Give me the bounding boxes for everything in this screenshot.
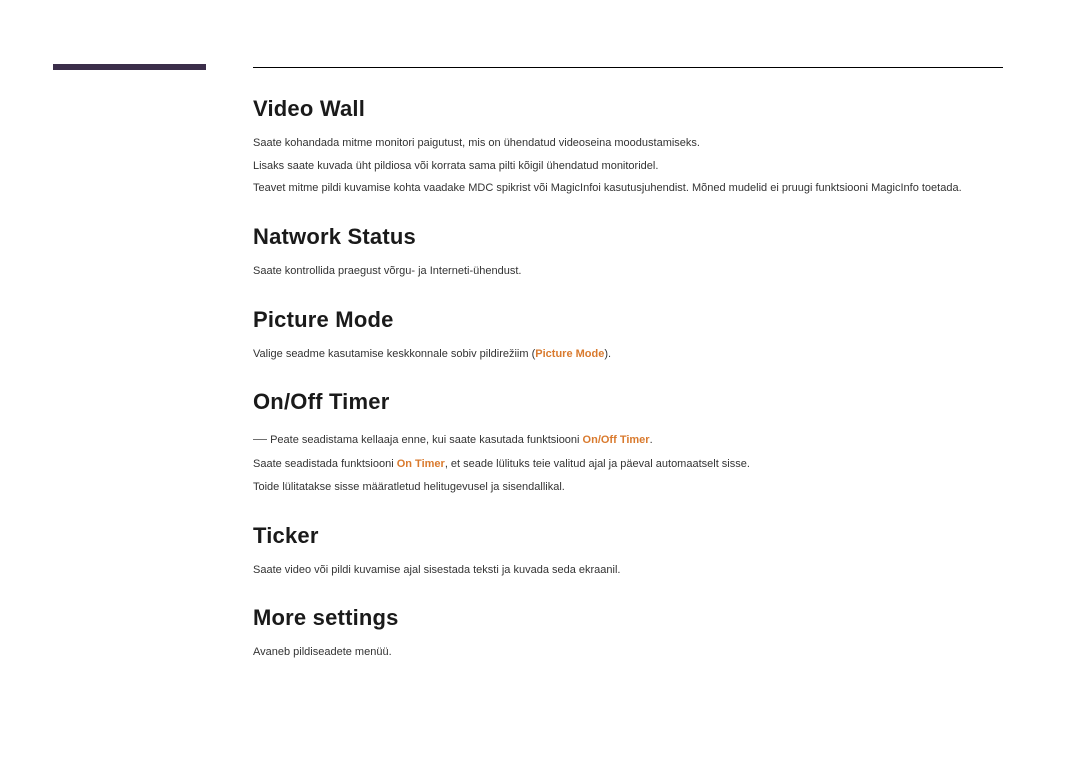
text-fragment: , et seade lülituks teie valitud ajal ja… bbox=[445, 458, 750, 470]
heading-on-off-timer: On/Off Timer bbox=[253, 389, 1003, 415]
text-fragment: . bbox=[650, 434, 653, 446]
heading-picture-mode: Picture Mode bbox=[253, 307, 1003, 333]
text: Avaneb pildiseadete menüü. bbox=[253, 643, 1003, 662]
section-video-wall: Video Wall Saate kohandada mitme monitor… bbox=[253, 96, 1003, 198]
text: Saate seadistada funktsiooni On Timer, e… bbox=[253, 455, 1003, 474]
note: ― Peate seadistama kellaaja enne, kui sa… bbox=[253, 427, 1003, 451]
heading-more-settings: More settings bbox=[253, 605, 1003, 631]
section-more-settings: More settings Avaneb pildiseadete menüü. bbox=[253, 605, 1003, 662]
section-picture-mode: Picture Mode Valige seadme kasutamise ke… bbox=[253, 307, 1003, 364]
note-dash-icon: ― bbox=[253, 430, 267, 446]
text: Saate video või pildi kuvamise ajal sise… bbox=[253, 561, 1003, 580]
text-fragment: ). bbox=[604, 348, 611, 360]
highlight-on-off-timer: On/Off Timer bbox=[583, 434, 650, 446]
text: Valige seadme kasutamise keskkonnale sob… bbox=[253, 345, 1003, 364]
page-content: Video Wall Saate kohandada mitme monitor… bbox=[253, 96, 1003, 688]
section-network-status: Natwork Status Saate kontrollida praegus… bbox=[253, 224, 1003, 281]
top-divider bbox=[253, 67, 1003, 68]
section-ticker: Ticker Saate video või pildi kuvamise aj… bbox=[253, 523, 1003, 580]
heading-network-status: Natwork Status bbox=[253, 224, 1003, 250]
text: Saate kohandada mitme monitori paigutust… bbox=[253, 134, 1003, 153]
text: Lisaks saate kuvada üht pildiosa või kor… bbox=[253, 157, 1003, 176]
highlight-on-timer: On Timer bbox=[397, 458, 445, 470]
text: Toide lülitatakse sisse määratletud heli… bbox=[253, 478, 1003, 497]
text-fragment: Saate seadistada funktsiooni bbox=[253, 458, 397, 470]
heading-ticker: Ticker bbox=[253, 523, 1003, 549]
highlight-picture-mode: Picture Mode bbox=[535, 348, 604, 360]
text: Teavet mitme pildi kuvamise kohta vaadak… bbox=[253, 179, 1003, 198]
section-on-off-timer: On/Off Timer ― Peate seadistama kellaaja… bbox=[253, 389, 1003, 496]
heading-video-wall: Video Wall bbox=[253, 96, 1003, 122]
text: Saate kontrollida praegust võrgu- ja Int… bbox=[253, 262, 1003, 281]
text-fragment: Peate seadistama kellaaja enne, kui saat… bbox=[270, 434, 582, 446]
page-tab-marker bbox=[53, 64, 206, 70]
text-fragment: Valige seadme kasutamise keskkonnale sob… bbox=[253, 348, 535, 360]
